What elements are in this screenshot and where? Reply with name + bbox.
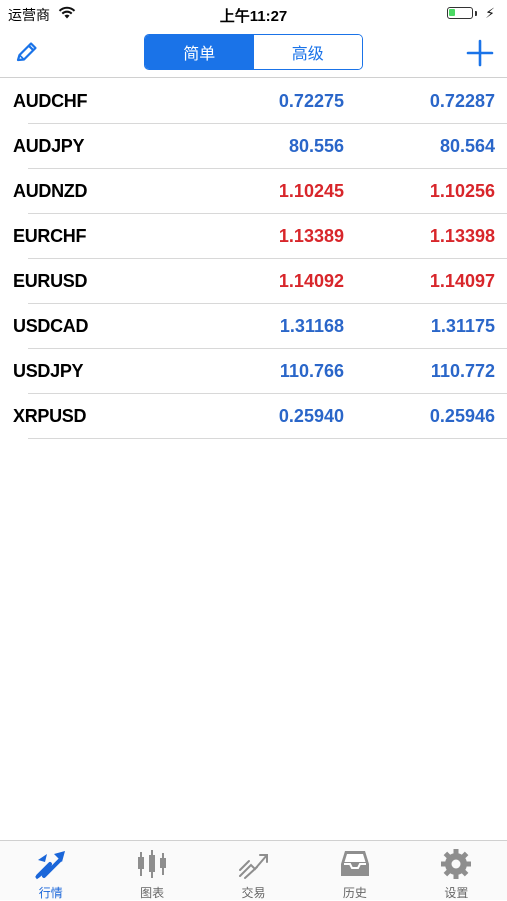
symbol-label: AUDCHF [13,91,88,111]
ask-price: 0.72287 [429,91,495,111]
bid-price: 0.72275 [278,91,344,111]
trade-icon [238,854,268,879]
quote-row[interactable]: USDCAD 1.31168 1.31175 [0,304,507,349]
bid-price: 110.766 [279,361,344,381]
edit-button[interactable] [12,38,42,68]
ask-price: 80.564 [439,136,495,156]
segment-advanced[interactable]: 高级 [253,35,362,69]
status-bar: 运营商 上午11:27 ⚡ [0,0,507,28]
ask-price: 110.772 [430,361,495,381]
tab-trade[interactable]: 交易 [203,841,304,900]
ask-price: 0.25946 [429,406,495,426]
symbol-label: EURUSD [13,271,88,291]
ask-price: 1.10256 [429,181,495,201]
tab-quotes[interactable]: 行情 [0,841,101,900]
tab-label: 行情 [38,886,63,900]
ask-price: 1.31175 [430,316,495,336]
quote-row[interactable]: EURUSD 1.14092 1.14097 [0,259,507,304]
quote-row[interactable]: USDJPY 110.766 110.772 [0,349,507,394]
history-icon [340,851,369,876]
symbol-label: EURCHF [13,226,87,246]
quote-row[interactable]: AUDCHF 0.72275 0.72287 [0,79,507,124]
settings-icon [441,849,472,879]
symbol-label: AUDJPY [13,136,85,156]
battery-icon [447,7,473,19]
symbol-label: XRPUSD [13,406,87,426]
bid-price: 80.556 [288,136,344,156]
quotes-icon [34,851,65,880]
tab-label: 历史 [342,886,367,900]
clock: 上午11:27 [219,8,288,25]
view-mode-segmented-control: 简单 高级 [144,34,363,70]
symbol-label: USDJPY [13,361,84,381]
bid-price: 1.14092 [278,271,344,291]
add-symbol-button[interactable] [463,36,497,70]
quote-row[interactable]: EURCHF 1.13389 1.13398 [0,214,507,259]
quote-row[interactable]: AUDJPY 80.556 80.564 [0,124,507,169]
tab-label: 图表 [140,886,165,900]
tab-chart[interactable]: 图表 [101,841,202,900]
chart-icon [138,850,167,878]
segment-simple[interactable]: 简单 [145,35,254,69]
bid-price: 1.10245 [278,181,344,201]
symbol-label: AUDNZD [13,181,88,201]
tab-bar: 行情 图表 交易 历史 设置 [0,840,507,900]
ask-price: 1.14097 [429,271,495,291]
tab-label: 设置 [444,886,469,900]
quote-row[interactable]: AUDNZD 1.10245 1.10256 [0,169,507,214]
bid-price: 1.13389 [278,226,344,246]
tab-history[interactable]: 历史 [304,841,405,900]
pencil-icon [16,42,37,62]
tab-settings[interactable]: 设置 [406,841,507,900]
symbol-label: USDCAD [13,316,89,336]
tab-label: 交易 [241,886,266,900]
bid-price: 1.31168 [279,316,344,336]
quote-row[interactable]: XRPUSD 0.25940 0.25946 [0,394,507,439]
quotes-list: AUDCHF 0.72275 0.72287 AUDJPY 80.556 80.… [0,79,507,439]
charging-icon: ⚡ [485,5,495,21]
plus-icon [466,39,494,67]
nav-bar: 简单 高级 [0,28,507,78]
ask-price: 1.13398 [429,226,495,246]
battery-tip [475,11,477,16]
bid-price: 0.25940 [278,406,344,426]
